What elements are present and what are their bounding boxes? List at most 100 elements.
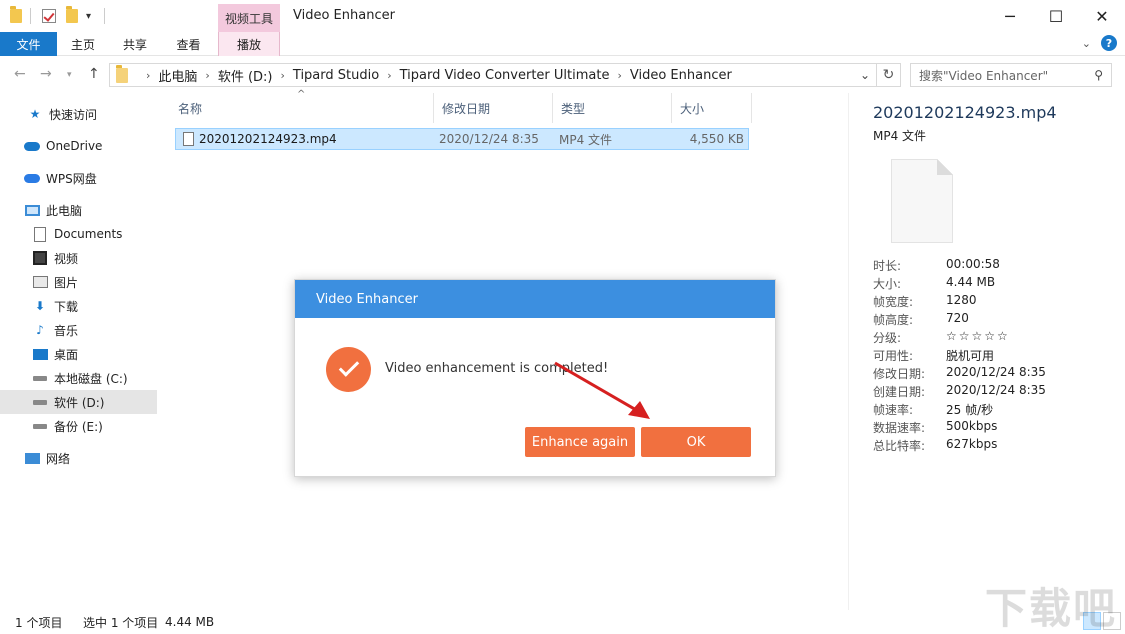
help-icon[interactable]: ? xyxy=(1101,35,1117,51)
details-filetype: MP4 文件 xyxy=(873,129,927,143)
prop-rating[interactable]: 分级: ☆☆☆☆☆ xyxy=(873,329,1113,347)
tab-file[interactable]: 文件 xyxy=(0,32,57,56)
window-title: Video Enhancer xyxy=(293,8,395,23)
forward-arrow-icon[interactable]: → xyxy=(40,66,52,82)
separator xyxy=(30,6,31,26)
prop-data-rate: 数据速率: 500kbps xyxy=(873,419,998,435)
title-bar: ▾ 视频工具 Video Enhancer ─ ☐ ✕ xyxy=(0,0,1125,32)
video-tools-tab-header: 视频工具 xyxy=(218,4,280,32)
file-icon xyxy=(183,132,194,146)
search-placeholder: 搜索"Video Enhancer" xyxy=(919,68,1049,83)
drive-icon xyxy=(32,418,48,434)
details-pane: 20201202124923.mp4 MP4 文件 时长: 00:00:58 大小… xyxy=(848,93,1125,610)
ribbon-controls: ⌄ ? xyxy=(1082,35,1117,51)
separator xyxy=(104,6,105,26)
nav-drive-d[interactable]: 软件 (D:) xyxy=(0,390,157,414)
file-type: MP4 文件 xyxy=(559,132,613,147)
column-header-name[interactable]: 名称 xyxy=(170,93,434,123)
cloud-icon xyxy=(24,138,40,154)
breadcrumb-this-pc[interactable]: 此电脑 › xyxy=(158,66,217,85)
prop-total-bitrate: 总比特率: 627kbps xyxy=(873,437,998,453)
breadcrumb-drive-d[interactable]: 软件 (D:) › xyxy=(218,66,293,85)
picture-icon xyxy=(32,274,48,290)
nav-pictures[interactable]: 图片 xyxy=(0,270,157,294)
prop-modified: 修改日期: 2020/12/24 8:35 xyxy=(873,365,1046,381)
success-check-icon xyxy=(326,347,371,392)
nav-music[interactable]: ♪ 音乐 xyxy=(0,318,157,342)
enhance-again-button[interactable]: Enhance again xyxy=(525,427,635,457)
navigation-pane: ★ 快速访问 OneDrive WPS网盘 此电脑 Documents 视频 图片… xyxy=(0,93,160,610)
rating-stars-icon: ☆☆☆☆☆ xyxy=(946,329,1010,343)
nav-desktop[interactable]: 桌面 xyxy=(0,342,157,366)
nav-network[interactable]: 网络 xyxy=(0,446,157,470)
refresh-icon[interactable]: ↻ xyxy=(877,63,901,87)
star-icon: ★ xyxy=(29,107,41,121)
column-header-type[interactable]: 类型 xyxy=(553,93,672,123)
minimize-button[interactable]: ─ xyxy=(987,0,1033,32)
search-input[interactable]: 搜索"Video Enhancer" ⚲ xyxy=(910,63,1112,87)
nav-downloads[interactable]: ⬇ 下载 xyxy=(0,294,157,318)
cloud-icon xyxy=(24,170,40,186)
address-bar[interactable]: › 此电脑 › 软件 (D:) › Tipard Studio › Tipard Vi… xyxy=(109,63,877,87)
tab-home[interactable]: 主页 xyxy=(57,32,109,56)
document-icon xyxy=(32,226,48,242)
address-dropdown-chevron-icon[interactable]: ⌄ xyxy=(860,68,870,82)
prop-frame-height: 帧高度: 720 xyxy=(873,311,969,327)
prop-frame-rate: 帧速率: 25 帧/秒 xyxy=(873,403,994,417)
table-row[interactable]: 20201202124923.mp4 2020/12/24 8:35 MP4 文… xyxy=(175,128,749,150)
file-name: 20201202124923.mp4 xyxy=(199,132,337,146)
nav-drive-c[interactable]: 本地磁盘 (C:) xyxy=(0,366,157,390)
ribbon-tabs: 文件 主页 共享 查看 播放 ⌄ ? xyxy=(0,32,1125,56)
prop-duration: 时长: 00:00:58 xyxy=(873,257,1000,273)
folder-icon xyxy=(116,64,128,83)
video-icon xyxy=(32,250,48,266)
tab-play[interactable]: 播放 xyxy=(218,32,280,56)
nav-onedrive[interactable]: OneDrive xyxy=(0,134,157,158)
download-icon: ⬇ xyxy=(34,299,46,313)
annotation-arrow-icon xyxy=(554,361,650,419)
breadcrumb-video-enhancer[interactable]: Video Enhancer xyxy=(630,68,732,83)
details-filename: 20201202124923.mp4 xyxy=(873,103,1057,122)
tab-share[interactable]: 共享 xyxy=(109,32,161,56)
address-row: ← → ▾ ↑ › 此电脑 › 软件 (D:) › Tipard Studio › T… xyxy=(0,57,1125,93)
column-header-modified[interactable]: 修改日期 xyxy=(434,93,553,123)
column-header-size[interactable]: 大小 xyxy=(672,93,752,123)
prop-size: 大小: 4.44 MB xyxy=(873,275,996,291)
file-modified: 2020/12/24 8:35 xyxy=(439,132,539,146)
ok-button[interactable]: OK xyxy=(641,427,751,457)
nav-videos[interactable]: 视频 xyxy=(0,246,157,270)
file-size: 4,550 KB xyxy=(689,132,744,146)
video-enhancer-dialog: Video Enhancer Video enhancement is comp… xyxy=(294,279,776,477)
breadcrumb-chevron-icon: › xyxy=(146,68,151,82)
nav-quick-access[interactable]: ★ 快速访问 xyxy=(0,102,157,126)
back-arrow-icon[interactable]: ← xyxy=(14,66,26,82)
maximize-button[interactable]: ☐ xyxy=(1033,0,1079,32)
properties-check-icon[interactable] xyxy=(42,6,56,26)
computer-icon xyxy=(24,202,40,218)
recent-locations-chevron-icon[interactable]: ▾ xyxy=(67,70,72,80)
file-thumbnail-icon xyxy=(891,159,953,243)
close-button[interactable]: ✕ xyxy=(1079,0,1125,32)
status-selected: 选中 1 个项目 xyxy=(83,615,159,630)
tab-view[interactable]: 查看 xyxy=(161,32,216,56)
prop-created: 创建日期: 2020/12/24 8:35 xyxy=(873,383,1046,399)
drive-icon xyxy=(32,394,48,410)
nav-drive-e[interactable]: 备份 (E:) xyxy=(0,414,157,438)
nav-this-pc[interactable]: 此电脑 xyxy=(0,198,157,222)
customize-toolbar-icon[interactable]: ▾ xyxy=(86,6,91,26)
up-arrow-icon[interactable]: ↑ xyxy=(88,66,100,82)
watermark-logo: 下载吧 xyxy=(985,584,1118,633)
nav-wps[interactable]: WPS网盘 xyxy=(0,166,157,190)
breadcrumb-tipard-studio[interactable]: Tipard Studio › xyxy=(293,68,400,83)
expand-ribbon-chevron-icon[interactable]: ⌄ xyxy=(1082,37,1091,50)
status-size: 4.44 MB xyxy=(165,615,215,629)
network-icon xyxy=(24,450,40,466)
quick-access-folder-icon[interactable] xyxy=(10,6,22,26)
desktop-icon xyxy=(32,346,48,362)
dialog-title: Video Enhancer xyxy=(295,280,775,318)
search-icon: ⚲ xyxy=(1094,68,1103,82)
breadcrumb-converter[interactable]: Tipard Video Converter Ultimate › xyxy=(400,68,630,83)
nav-documents[interactable]: Documents xyxy=(0,222,157,246)
new-folder-icon[interactable] xyxy=(66,6,78,26)
drive-icon xyxy=(32,370,48,386)
